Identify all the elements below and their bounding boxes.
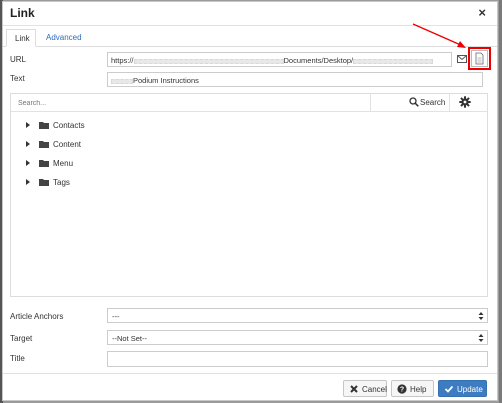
- expand-caret-icon[interactable]: [25, 122, 31, 128]
- url-input[interactable]: https:// Documents/Desktop/: [107, 52, 452, 67]
- search-icon: [409, 97, 419, 107]
- folder-icon: [39, 160, 49, 167]
- annotation-highlight-box: [468, 47, 491, 70]
- url-path: Documents/Desktop/: [283, 56, 354, 65]
- search-button[interactable]: Search: [370, 94, 450, 111]
- text-label: Text: [10, 74, 25, 83]
- tree-item-label: Content: [53, 140, 82, 149]
- content-browser: Search Contacts: [10, 93, 488, 297]
- expand-caret-icon[interactable]: [25, 141, 31, 147]
- redacted-text: [111, 78, 133, 84]
- update-button[interactable]: Update: [438, 380, 487, 397]
- url-label: URL: [10, 55, 27, 64]
- update-button-label: Update: [457, 385, 483, 394]
- close-icon: [350, 385, 358, 393]
- cancel-button[interactable]: Cancel: [343, 380, 387, 397]
- expand-caret-icon[interactable]: [25, 179, 31, 185]
- email-link-icon[interactable]: [457, 54, 467, 64]
- checkmark-icon: [444, 385, 454, 393]
- text-value: Podium Instructions: [133, 76, 199, 85]
- article-anchors-label: Article Anchors: [10, 312, 64, 321]
- url-prefix: https://: [111, 56, 134, 65]
- svg-text:?: ?: [400, 387, 404, 394]
- browser-toolbar: Search: [11, 94, 487, 112]
- dialog-title: Link: [10, 6, 35, 20]
- help-icon: ?: [397, 384, 407, 394]
- redacted-text: [133, 58, 284, 64]
- dialog-title-bar: Link ×: [3, 2, 497, 26]
- expand-caret-icon[interactable]: [25, 160, 31, 166]
- target-select[interactable]: --Not Set--: [107, 330, 488, 345]
- redacted-text: [353, 58, 434, 64]
- article-anchors-value: ---: [112, 312, 120, 321]
- help-button[interactable]: ? Help: [391, 380, 434, 397]
- folder-icon: [39, 141, 49, 148]
- article-anchors-select[interactable]: ---: [107, 308, 488, 323]
- tree-item-label: Menu: [53, 159, 74, 168]
- dialog-footer: Cancel ? Help Update: [3, 373, 497, 402]
- tab-bar: Link Advanced: [3, 29, 497, 47]
- search-button-label: Search: [420, 98, 446, 107]
- target-label: Target: [10, 334, 33, 343]
- select-arrows-icon: [478, 312, 484, 320]
- close-icon[interactable]: ×: [478, 5, 486, 20]
- folder-icon: [39, 122, 49, 129]
- tab-link[interactable]: Link: [6, 29, 36, 47]
- title-label: Title: [10, 354, 25, 363]
- folder-icon: [39, 179, 49, 186]
- search-input[interactable]: [14, 96, 367, 110]
- tab-advanced[interactable]: Advanced: [38, 29, 90, 47]
- cancel-button-label: Cancel: [362, 385, 387, 394]
- gear-icon[interactable]: [459, 96, 471, 108]
- text-input[interactable]: Podium Instructions: [107, 72, 483, 87]
- title-input[interactable]: [107, 351, 488, 367]
- help-button-label: Help: [410, 385, 427, 394]
- link-dialog: Link × Link Advanced URL https:// Documen…: [2, 1, 498, 401]
- tree-item-label: Tags: [53, 178, 70, 187]
- target-value: --Not Set--: [112, 334, 148, 343]
- tree-item-label: Contacts: [53, 121, 85, 130]
- select-arrows-icon: [478, 334, 484, 342]
